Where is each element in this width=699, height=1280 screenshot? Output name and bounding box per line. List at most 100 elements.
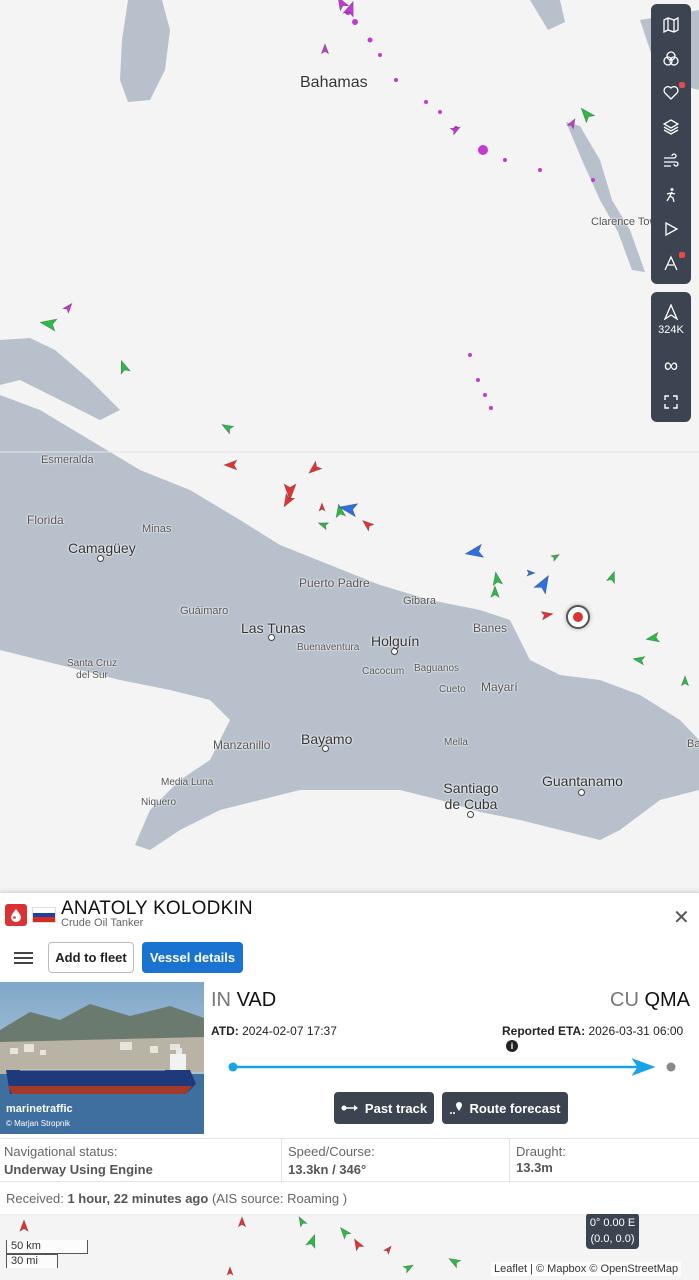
departure-country-code: IN [211, 989, 231, 1011]
photo-credit: © Marjan Stropnik [6, 1119, 71, 1128]
vessel-marker[interactable] [449, 124, 462, 136]
vessel-marker[interactable] [645, 631, 661, 644]
departure-port-code: VAD [236, 989, 277, 1011]
place-label: Niquero [141, 797, 177, 808]
vessel-marker[interactable] [490, 585, 500, 598]
vessel-marker[interactable] [447, 1255, 462, 1269]
vessel-marker[interactable] [223, 459, 238, 471]
vessel-marker[interactable] [402, 1262, 415, 1274]
arrival-port: CU QMA [610, 989, 690, 1012]
voyage-progress [228, 1058, 676, 1076]
place-label: Santa Cruz del Sur [66, 658, 118, 681]
place-label: Media Luna [161, 777, 214, 788]
routes-icon[interactable] [651, 246, 691, 280]
vessel-marker[interactable] [360, 517, 375, 532]
place-label: Baguanos [414, 663, 460, 674]
lock-icon [679, 82, 685, 88]
favourite-icon[interactable] [651, 76, 691, 110]
vessel-marker[interactable] [226, 1266, 234, 1276]
vessel-marker[interactable] [296, 1215, 308, 1228]
vessel-marker[interactable] [351, 1237, 365, 1252]
place-label: Holguín [371, 633, 420, 649]
vessel-marker[interactable] [566, 117, 578, 130]
vessel-marker[interactable] [117, 359, 131, 375]
vessel-marker[interactable] [306, 460, 323, 477]
city-dot [578, 789, 585, 796]
vessel-marker[interactable] [39, 316, 58, 332]
city-dot [268, 634, 275, 641]
place-label: Florida [27, 513, 64, 527]
vessel-marker[interactable] [280, 492, 296, 509]
vessel-marker[interactable] [237, 1216, 247, 1228]
route-forecast-icon [450, 1102, 463, 1114]
vessel-marker[interactable] [464, 543, 485, 560]
close-icon[interactable]: ✕ [673, 905, 690, 930]
vessel-marker[interactable] [337, 1225, 352, 1240]
scale-mi: 30 mi [6, 1254, 58, 1268]
place-label: Guáimaro [180, 605, 229, 617]
tanker-icon [5, 904, 27, 926]
map-toolbar-secondary: 324K ∞ [651, 292, 691, 422]
place-label: Puerto Padre [299, 576, 370, 590]
play-icon[interactable] [651, 212, 691, 246]
weather-icon[interactable] [651, 144, 691, 178]
vessel-panel: ANATOLY KOLODKIN Crude Oil Tanker ✕ Add … [0, 892, 699, 1214]
departure-dot [228, 1062, 238, 1072]
vessel-type: Crude Oil Tanker [61, 917, 144, 929]
vessel-marker[interactable] [334, 503, 347, 519]
vessel-marker[interactable] [577, 105, 596, 124]
vessel-marker[interactable] [526, 569, 536, 577]
atd-label: ATD: [211, 1024, 239, 1038]
infinity-icon[interactable]: ∞ [651, 348, 691, 384]
lock-icon [679, 252, 685, 258]
past-track-label: Past track [364, 1100, 428, 1116]
eta: Reported ETA: 2026-03-31 06:00 i [502, 1024, 699, 1052]
map-attribution[interactable]: Leaflet | © Mapbox © OpenStreetMap [491, 1262, 682, 1276]
info-icon[interactable]: i [506, 1040, 518, 1052]
vessel-marker[interactable] [318, 502, 326, 512]
vessel-marker[interactable] [491, 571, 504, 587]
vessel-marker[interactable] [342, 0, 358, 18]
vessel-marker[interactable] [305, 1233, 319, 1249]
vessel-marker[interactable] [632, 655, 646, 666]
ais-source: (AIS source: Roaming ) [211, 1191, 348, 1206]
add-to-fleet-button[interactable]: Add to fleet [48, 942, 134, 973]
layers-icon[interactable] [651, 110, 691, 144]
nav-status-cell: Navigational status: Underway Using Engi… [4, 1139, 282, 1183]
place-label: Esmeralda [41, 454, 94, 466]
draught-label: Draught: [516, 1144, 566, 1159]
arrival-dot [666, 1062, 676, 1072]
route-forecast-button[interactable]: Route forecast [442, 1092, 568, 1124]
vessel-marker[interactable] [550, 552, 561, 562]
fullscreen-icon[interactable] [651, 384, 691, 420]
vessel-marker[interactable] [19, 1219, 29, 1232]
vessel-count-button[interactable]: 324K [651, 292, 691, 348]
map-icon[interactable] [651, 8, 691, 42]
vessel-marker[interactable] [540, 610, 554, 621]
atd-value: 2024-02-07 17:37 [242, 1024, 337, 1038]
vessel-details-button[interactable]: Vessel details [142, 942, 243, 973]
vessel-marker[interactable] [533, 572, 554, 595]
past-track-button[interactable]: Past track [334, 1092, 434, 1124]
place-label: Banes [473, 621, 508, 635]
coords-line2: (0.0, 0.0) [590, 1233, 635, 1245]
place-label: Camagüey [68, 540, 136, 556]
vessel-marker[interactable] [62, 301, 75, 314]
vessel-photo[interactable]: marinetraffic © Marjan Stropnik [0, 982, 204, 1134]
menu-icon[interactable] [14, 949, 33, 967]
city-dot [97, 555, 104, 562]
vessel-marker[interactable] [220, 421, 235, 435]
vessel-marker[interactable] [320, 43, 330, 55]
selected-vessel-marker[interactable] [566, 605, 590, 629]
vessel-marker[interactable] [680, 675, 690, 687]
vessel-marker[interactable] [382, 1244, 394, 1256]
vessel-marker[interactable] [317, 520, 330, 531]
received-label: Received: [6, 1191, 64, 1206]
filters-icon[interactable] [651, 42, 691, 76]
flag-icon [32, 907, 56, 923]
scale-km: 50 km [6, 1240, 88, 1254]
city-dot [322, 745, 329, 752]
scale-bar: 50 km 30 mi [6, 1240, 88, 1268]
vessel-marker[interactable] [605, 570, 619, 585]
measure-icon[interactable] [651, 178, 691, 212]
